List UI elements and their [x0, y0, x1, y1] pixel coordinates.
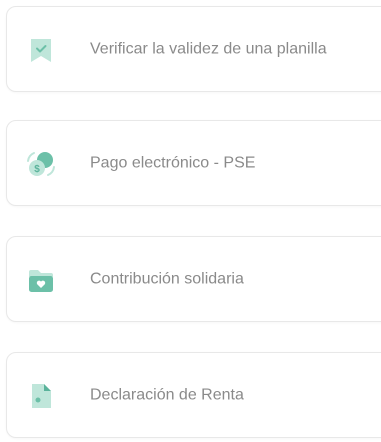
document-icon — [25, 380, 57, 412]
service-card-verificar-planilla[interactable]: Verificar la validez de una planilla — [6, 6, 381, 92]
service-label: Verificar la validez de una planilla — [90, 40, 327, 58]
svg-text:$: $ — [34, 164, 40, 175]
services-list: Verificar la validez de una planilla $ P… — [0, 0, 381, 442]
service-card-pago-pse[interactable]: $ Pago electrónico - PSE — [6, 120, 381, 206]
service-label: Declaración de Renta — [90, 386, 244, 404]
bookmark-check-icon — [25, 34, 57, 66]
service-card-contribucion-solidaria[interactable]: Contribución solidaria — [6, 236, 381, 322]
money-exchange-icon: $ — [25, 148, 57, 180]
service-label: Pago electrónico - PSE — [90, 154, 256, 172]
service-card-declaracion-renta[interactable]: Declaración de Renta — [6, 352, 381, 438]
service-label: Contribución solidaria — [90, 270, 244, 288]
folder-heart-icon — [25, 264, 57, 296]
